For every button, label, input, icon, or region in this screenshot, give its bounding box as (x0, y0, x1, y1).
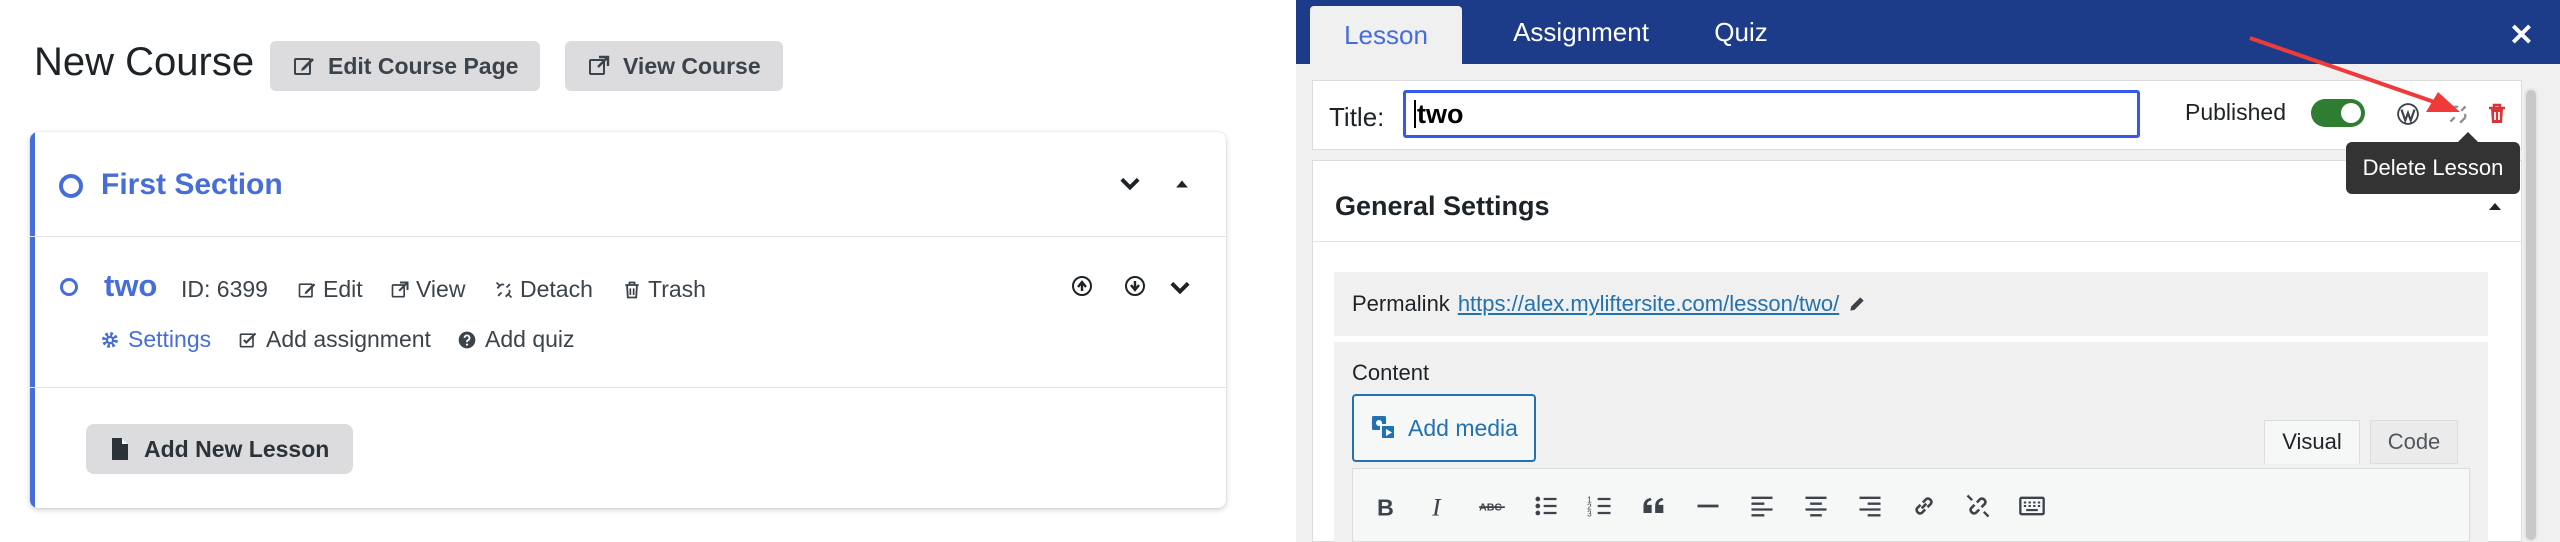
svg-text:B: B (1377, 494, 1394, 520)
italic-icon[interactable]: I (1421, 489, 1455, 523)
text-caret (1414, 100, 1416, 128)
trash-icon (625, 281, 639, 298)
tab-quiz[interactable]: Quiz (1696, 0, 1786, 64)
course-builder-pane: New Course Edit Course Page View Course … (0, 0, 1295, 542)
checkbox-edit-icon (239, 332, 257, 347)
add-assignment-link[interactable]: Add assignment (238, 326, 431, 353)
add-assignment-label: Add assignment (266, 326, 431, 352)
lesson-name[interactable]: two (104, 268, 157, 304)
horizontal-rule-icon[interactable] (1691, 489, 1725, 523)
editor-tabbar: Lesson Assignment Quiz ✕ (1296, 0, 2560, 64)
section-card: First Section two ID: 6399 Edit View Det… (30, 132, 1226, 508)
question-circle-icon (458, 331, 476, 348)
add-new-lesson-button[interactable]: Add New Lesson (86, 424, 354, 474)
lesson-editor-pane: Lesson Assignment Quiz ✕ Title: two Publ… (1296, 0, 2560, 542)
section-title[interactable]: First Section (101, 168, 283, 202)
view-course-button[interactable]: View Course (565, 41, 783, 91)
file-icon (112, 438, 128, 460)
lesson-settings-link[interactable]: Settings (100, 326, 211, 353)
published-toggle[interactable] (2311, 99, 2365, 127)
app-root: New Course Edit Course Page View Course … (0, 0, 2560, 542)
broken-link-icon (495, 281, 513, 298)
svg-text:I: I (1431, 492, 1442, 520)
lesson-edit-label: Edit (323, 276, 363, 302)
view-course-label: View Course (623, 52, 761, 79)
svg-text:3: 3 (1587, 510, 1592, 519)
editor-scrollbar[interactable] (2524, 88, 2538, 542)
collapse-up-icon[interactable] (2483, 195, 2507, 219)
lesson-view-link[interactable]: View (390, 276, 465, 303)
chevron-down-icon[interactable] (1116, 170, 1144, 198)
media-icon (1372, 416, 1396, 440)
move-down-icon[interactable] (1123, 274, 1147, 298)
title-label: Title: (1329, 102, 1385, 132)
blockquote-icon[interactable] (1637, 489, 1671, 523)
permalink-label: Permalink (1352, 291, 1450, 316)
published-label: Published (2185, 99, 2287, 125)
lesson-id: ID: 6399 (181, 276, 268, 302)
collapse-up-icon[interactable] (1168, 170, 1196, 198)
add-quiz-link[interactable]: Add quiz (457, 326, 575, 353)
content-editor: Content Add media Visual Code B I ABC 12… (1334, 342, 2488, 542)
bold-icon[interactable]: B (1367, 489, 1401, 523)
lesson-row: two ID: 6399 Edit View Detach Trash Sett… (30, 238, 1226, 388)
chevron-down-icon[interactable] (1166, 274, 1194, 302)
detach-icon[interactable] (2445, 101, 2471, 127)
lesson-edit-link[interactable]: Edit (297, 276, 363, 303)
lesson-trash-link[interactable]: Trash (622, 276, 706, 303)
page-title: New Course (34, 40, 255, 84)
lesson-detach-link[interactable]: Detach (494, 276, 593, 303)
edit-icon (298, 282, 316, 297)
permalink-row: Permalink https://alex.myliftersite.com/… (1334, 272, 2488, 336)
add-quiz-label: Add quiz (485, 326, 575, 352)
bullet-list-icon[interactable] (1529, 489, 1563, 523)
add-new-lesson-label: Add New Lesson (144, 435, 330, 462)
lesson-settings-label: Settings (128, 326, 212, 352)
delete-lesson-tooltip: Delete Lesson (2346, 132, 2520, 194)
lesson-trash-label: Trash (648, 276, 706, 302)
lesson-detach-label: Detach (520, 276, 593, 302)
add-media-label: Add media (1408, 414, 1518, 441)
keyboard-icon[interactable] (2015, 489, 2049, 523)
external-link-icon (589, 55, 610, 75)
align-left-icon[interactable] (1745, 489, 1779, 523)
lesson-title-bar: Title: two Published (1312, 80, 2522, 150)
title-input[interactable]: two (1403, 90, 2140, 138)
lesson-status-icon (60, 278, 78, 296)
visual-tab[interactable]: Visual (2264, 420, 2360, 464)
title-input-value: two (1417, 98, 1464, 129)
tab-lesson[interactable]: Lesson (1310, 6, 1462, 64)
edit-icon (294, 58, 314, 75)
add-media-button[interactable]: Add media (1352, 394, 1536, 462)
divider (1313, 241, 2521, 242)
gear-icon (102, 331, 118, 348)
link-icon[interactable] (1907, 489, 1941, 523)
editor-toolbar: B I ABC 123 (1352, 468, 2470, 542)
lesson-view-label: View (416, 276, 466, 302)
general-settings-title[interactable]: General Settings (1335, 191, 1550, 222)
align-center-icon[interactable] (1799, 489, 1833, 523)
content-label: Content (1352, 360, 1430, 385)
permalink-url[interactable]: https://alex.myliftersite.com/lesson/two… (1458, 291, 1839, 317)
tab-assignment[interactable]: Assignment (1486, 0, 1676, 64)
code-tab[interactable]: Code (2370, 420, 2458, 464)
wordpress-icon[interactable] (2395, 101, 2421, 127)
delete-trash-icon[interactable] (2485, 101, 2509, 127)
strikethrough-icon[interactable]: ABC (1475, 489, 1509, 523)
pencil-icon[interactable] (1847, 294, 1867, 314)
close-icon[interactable]: ✕ (2509, 18, 2534, 53)
numbered-list-icon[interactable]: 123 (1583, 489, 1617, 523)
align-right-icon[interactable] (1853, 489, 1887, 523)
edit-course-page-label: Edit Course Page (328, 52, 519, 79)
unlink-icon[interactable] (1961, 489, 1995, 523)
move-up-icon[interactable] (1070, 274, 1094, 298)
section-status-icon (59, 174, 83, 198)
edit-course-page-button[interactable]: Edit Course Page (270, 41, 541, 91)
external-link-icon (391, 281, 409, 297)
section-header[interactable]: First Section (30, 132, 1226, 237)
